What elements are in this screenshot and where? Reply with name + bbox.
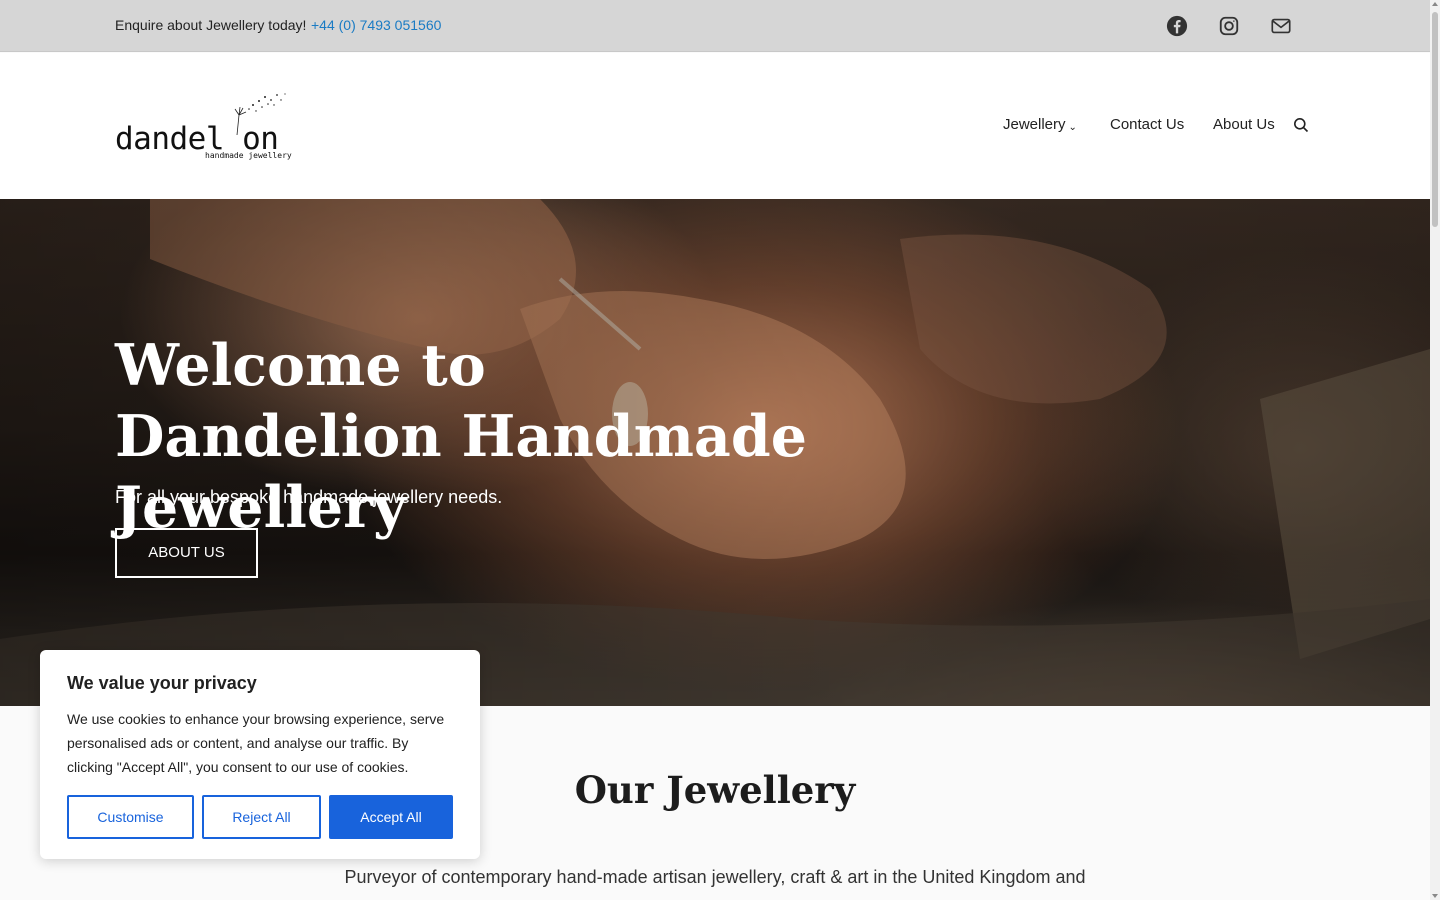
about-us-button[interactable]: ABOUT US: [115, 528, 258, 578]
site-header: dandel on handmade jewellery Jewellery ⌄ …: [0, 53, 1430, 199]
mail-icon[interactable]: [1270, 15, 1292, 37]
page-scrollbar[interactable]: [1430, 0, 1440, 900]
instagram-icon[interactable]: [1218, 15, 1240, 37]
phone-link[interactable]: +44 (0) 7493 051560: [311, 17, 441, 33]
scroll-down-icon[interactable]: [1432, 894, 1438, 898]
top-bar: Enquire about Jewellery today! +44 (0) 7…: [0, 0, 1430, 52]
hero-banner: Welcome to Dandelion Handmade Jewellery …: [0, 199, 1430, 706]
customise-button[interactable]: Customise: [67, 795, 194, 839]
cookie-title: We value your privacy: [67, 673, 257, 693]
logo-tagline: handmade jewellery: [205, 151, 292, 160]
nav-item-contact-us[interactable]: Contact Us: [1110, 116, 1184, 133]
site-logo[interactable]: dandel on handmade jewellery: [115, 91, 295, 163]
enquire-text: Enquire about Jewellery today!: [115, 17, 307, 33]
hero-subtitle: For all your bespoke handmade jewellery …: [115, 487, 503, 507]
cookie-consent-banner: We value your privacy We use cookies to …: [40, 650, 480, 859]
chevron-down-icon: ⌄: [1068, 122, 1077, 133]
reject-all-button[interactable]: Reject All: [202, 795, 321, 839]
cookie-body: We use cookies to enhance your browsing …: [67, 711, 445, 775]
section-description: Purveyor of contemporary hand-made artis…: [344, 867, 1086, 900]
scroll-up-icon[interactable]: [1432, 2, 1438, 6]
nav-item-jewellery[interactable]: Jewellery ⌄: [1003, 116, 1077, 133]
facebook-icon[interactable]: [1166, 15, 1188, 37]
scrollbar-thumb[interactable]: [1432, 12, 1438, 227]
hero-title: Welcome to Dandelion Handmade Jewellery: [115, 332, 807, 541]
nav-item-about-us[interactable]: About Us: [1213, 116, 1275, 133]
accept-all-button[interactable]: Accept All: [329, 795, 453, 839]
search-icon[interactable]: [1293, 117, 1309, 133]
nav-item-label: Jewellery: [1003, 116, 1066, 133]
